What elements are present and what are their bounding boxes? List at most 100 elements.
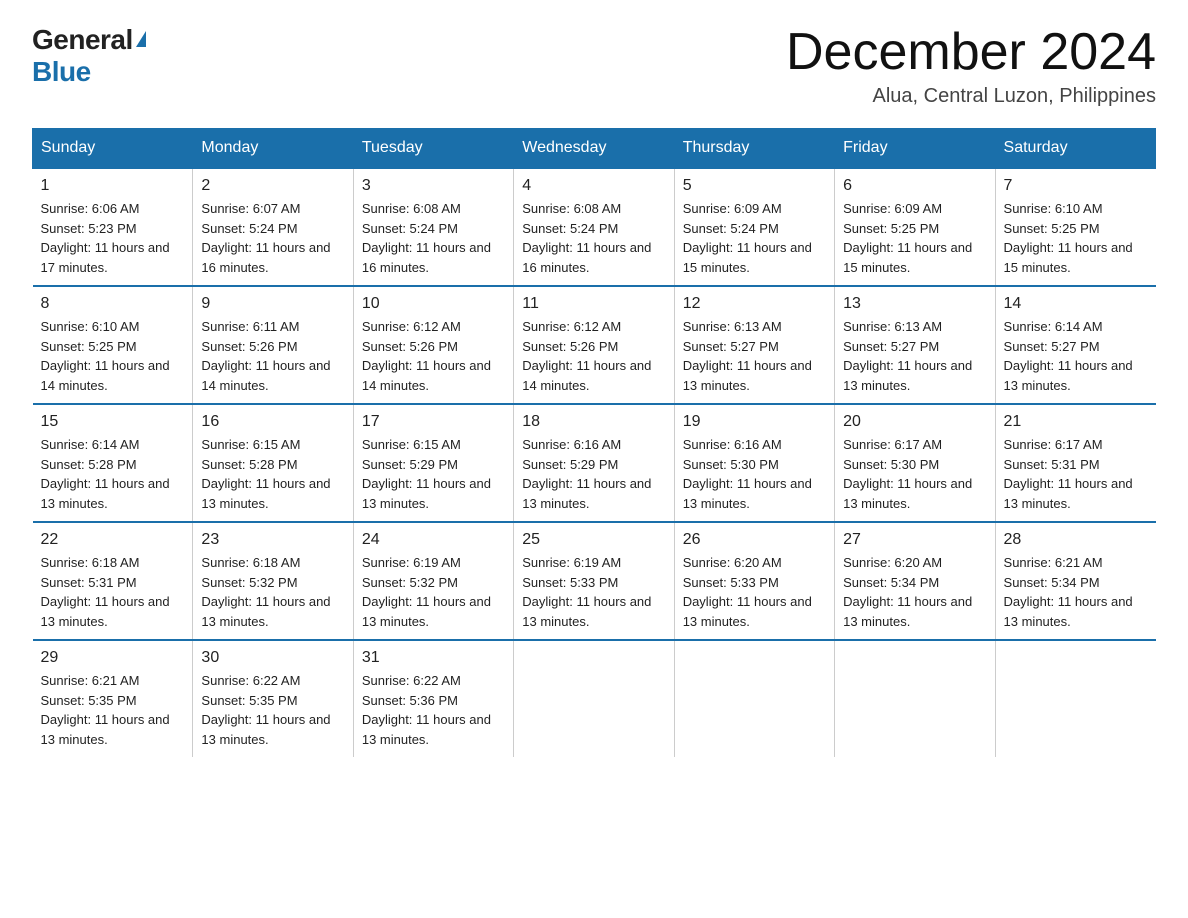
day-info: Sunrise: 6:08 AMSunset: 5:24 PMDaylight:… xyxy=(522,199,665,277)
day-info: Sunrise: 6:20 AMSunset: 5:33 PMDaylight:… xyxy=(683,553,826,631)
day-info: Sunrise: 6:18 AMSunset: 5:32 PMDaylight:… xyxy=(201,553,344,631)
day-number: 16 xyxy=(201,413,344,431)
day-info: Sunrise: 6:21 AMSunset: 5:35 PMDaylight:… xyxy=(41,671,185,749)
day-info: Sunrise: 6:15 AMSunset: 5:28 PMDaylight:… xyxy=(201,435,344,513)
day-cell-31: 31 Sunrise: 6:22 AMSunset: 5:36 PMDayligh… xyxy=(353,640,513,757)
day-cell-2: 2 Sunrise: 6:07 AMSunset: 5:24 PMDaylight… xyxy=(193,168,353,286)
day-cell-27: 27Sunrise: 6:20 AMSunset: 5:34 PMDayligh… xyxy=(835,522,995,640)
empty-cell xyxy=(995,640,1155,757)
day-info: Sunrise: 6:17 AMSunset: 5:30 PMDaylight:… xyxy=(843,435,986,513)
day-cell-30: 30 Sunrise: 6:22 AMSunset: 5:35 PMDayligh… xyxy=(193,640,353,757)
day-cell-29: 29Sunrise: 6:21 AMSunset: 5:35 PMDayligh… xyxy=(33,640,193,757)
day-number: 9 xyxy=(201,295,344,313)
day-info: Sunrise: 6:18 AMSunset: 5:31 PMDaylight:… xyxy=(41,553,185,631)
day-number: 19 xyxy=(683,413,826,431)
logo-triangle-icon xyxy=(136,31,146,47)
calendar-body: 1Sunrise: 6:06 AMSunset: 5:23 PMDaylight… xyxy=(33,168,1156,757)
day-cell-7: 7 Sunrise: 6:10 AMSunset: 5:25 PMDaylight… xyxy=(995,168,1155,286)
day-cell-8: 8 Sunrise: 6:10 AMSunset: 5:25 PMDaylight… xyxy=(33,286,193,404)
day-number: 7 xyxy=(1004,177,1148,195)
day-cell-1: 1Sunrise: 6:06 AMSunset: 5:23 PMDaylight… xyxy=(33,168,193,286)
day-info: Sunrise: 6:07 AMSunset: 5:24 PMDaylight:… xyxy=(201,199,344,277)
day-cell-22: 22 Sunrise: 6:18 AMSunset: 5:31 PMDayligh… xyxy=(33,522,193,640)
day-number: 6 xyxy=(843,177,986,195)
day-number: 11 xyxy=(522,295,665,313)
day-header-wednesday: Wednesday xyxy=(514,129,674,169)
day-number: 13 xyxy=(843,295,986,313)
calendar-table: SundayMondayTuesdayWednesdayThursdayFrid… xyxy=(32,128,1156,757)
day-number: 30 xyxy=(201,649,344,667)
day-info: Sunrise: 6:22 AMSunset: 5:36 PMDaylight:… xyxy=(362,671,505,749)
month-title: December 2024 xyxy=(786,24,1156,81)
day-cell-13: 13 Sunrise: 6:13 AMSunset: 5:27 PMDayligh… xyxy=(835,286,995,404)
day-cell-24: 24Sunrise: 6:19 AMSunset: 5:32 PMDayligh… xyxy=(353,522,513,640)
day-cell-16: 16 Sunrise: 6:15 AMSunset: 5:28 PMDayligh… xyxy=(193,404,353,522)
day-cell-4: 4 Sunrise: 6:08 AMSunset: 5:24 PMDaylight… xyxy=(514,168,674,286)
day-cell-11: 11 Sunrise: 6:12 AMSunset: 5:26 PMDayligh… xyxy=(514,286,674,404)
day-number: 3 xyxy=(362,177,505,195)
day-number: 17 xyxy=(362,413,505,431)
day-info: Sunrise: 6:09 AMSunset: 5:24 PMDaylight:… xyxy=(683,199,826,277)
title-section: December 2024 Alua, Central Luzon, Phili… xyxy=(786,24,1156,108)
day-number: 4 xyxy=(522,177,665,195)
day-number: 1 xyxy=(41,177,185,195)
day-cell-15: 15 Sunrise: 6:14 AMSunset: 5:28 PMDayligh… xyxy=(33,404,193,522)
week-row-4: 22 Sunrise: 6:18 AMSunset: 5:31 PMDayligh… xyxy=(33,522,1156,640)
day-info: Sunrise: 6:13 AMSunset: 5:27 PMDaylight:… xyxy=(683,317,826,395)
day-info: Sunrise: 6:10 AMSunset: 5:25 PMDaylight:… xyxy=(41,317,185,395)
day-number: 20 xyxy=(843,413,986,431)
day-info: Sunrise: 6:17 AMSunset: 5:31 PMDaylight:… xyxy=(1004,435,1148,513)
day-cell-20: 20 Sunrise: 6:17 AMSunset: 5:30 PMDayligh… xyxy=(835,404,995,522)
week-row-2: 8 Sunrise: 6:10 AMSunset: 5:25 PMDaylight… xyxy=(33,286,1156,404)
day-cell-5: 5 Sunrise: 6:09 AMSunset: 5:24 PMDaylight… xyxy=(674,168,834,286)
day-cell-23: 23Sunrise: 6:18 AMSunset: 5:32 PMDayligh… xyxy=(193,522,353,640)
day-header-monday: Monday xyxy=(193,129,353,169)
day-number: 25 xyxy=(522,531,665,549)
day-number: 31 xyxy=(362,649,505,667)
day-cell-17: 17 Sunrise: 6:15 AMSunset: 5:29 PMDayligh… xyxy=(353,404,513,522)
day-number: 18 xyxy=(522,413,665,431)
day-number: 14 xyxy=(1004,295,1148,313)
day-number: 15 xyxy=(41,413,185,431)
day-info: Sunrise: 6:19 AMSunset: 5:33 PMDaylight:… xyxy=(522,553,665,631)
day-number: 2 xyxy=(201,177,344,195)
day-info: Sunrise: 6:10 AMSunset: 5:25 PMDaylight:… xyxy=(1004,199,1148,277)
empty-cell xyxy=(835,640,995,757)
day-info: Sunrise: 6:15 AMSunset: 5:29 PMDaylight:… xyxy=(362,435,505,513)
day-number: 5 xyxy=(683,177,826,195)
day-number: 8 xyxy=(41,295,185,313)
logo-text: General xyxy=(32,24,146,56)
day-info: Sunrise: 6:09 AMSunset: 5:25 PMDaylight:… xyxy=(843,199,986,277)
day-info: Sunrise: 6:08 AMSunset: 5:24 PMDaylight:… xyxy=(362,199,505,277)
logo: General Blue xyxy=(32,24,146,88)
day-cell-10: 10Sunrise: 6:12 AMSunset: 5:26 PMDayligh… xyxy=(353,286,513,404)
day-cell-3: 3 Sunrise: 6:08 AMSunset: 5:24 PMDaylight… xyxy=(353,168,513,286)
day-info: Sunrise: 6:14 AMSunset: 5:28 PMDaylight:… xyxy=(41,435,185,513)
day-info: Sunrise: 6:12 AMSunset: 5:26 PMDaylight:… xyxy=(362,317,505,395)
day-info: Sunrise: 6:22 AMSunset: 5:35 PMDaylight:… xyxy=(201,671,344,749)
day-number: 26 xyxy=(683,531,826,549)
day-header-tuesday: Tuesday xyxy=(353,129,513,169)
day-info: Sunrise: 6:14 AMSunset: 5:27 PMDaylight:… xyxy=(1004,317,1148,395)
day-info: Sunrise: 6:21 AMSunset: 5:34 PMDaylight:… xyxy=(1004,553,1148,631)
day-number: 22 xyxy=(41,531,185,549)
week-row-3: 15 Sunrise: 6:14 AMSunset: 5:28 PMDayligh… xyxy=(33,404,1156,522)
day-number: 27 xyxy=(843,531,986,549)
day-info: Sunrise: 6:13 AMSunset: 5:27 PMDaylight:… xyxy=(843,317,986,395)
day-cell-26: 26 Sunrise: 6:20 AMSunset: 5:33 PMDayligh… xyxy=(674,522,834,640)
day-header-saturday: Saturday xyxy=(995,129,1155,169)
day-cell-19: 19Sunrise: 6:16 AMSunset: 5:30 PMDayligh… xyxy=(674,404,834,522)
logo-blue-text: Blue xyxy=(32,56,91,87)
day-number: 28 xyxy=(1004,531,1148,549)
day-cell-18: 18Sunrise: 6:16 AMSunset: 5:29 PMDayligh… xyxy=(514,404,674,522)
day-cell-14: 14 Sunrise: 6:14 AMSunset: 5:27 PMDayligh… xyxy=(995,286,1155,404)
day-info: Sunrise: 6:11 AMSunset: 5:26 PMDaylight:… xyxy=(201,317,344,395)
day-number: 12 xyxy=(683,295,826,313)
day-header-sunday: Sunday xyxy=(33,129,193,169)
empty-cell xyxy=(674,640,834,757)
logo-general: General xyxy=(32,24,146,55)
day-info: Sunrise: 6:12 AMSunset: 5:26 PMDaylight:… xyxy=(522,317,665,395)
page-header: General Blue December 2024 Alua, Central… xyxy=(32,24,1156,108)
day-cell-6: 6 Sunrise: 6:09 AMSunset: 5:25 PMDaylight… xyxy=(835,168,995,286)
header-row: SundayMondayTuesdayWednesdayThursdayFrid… xyxy=(33,129,1156,169)
